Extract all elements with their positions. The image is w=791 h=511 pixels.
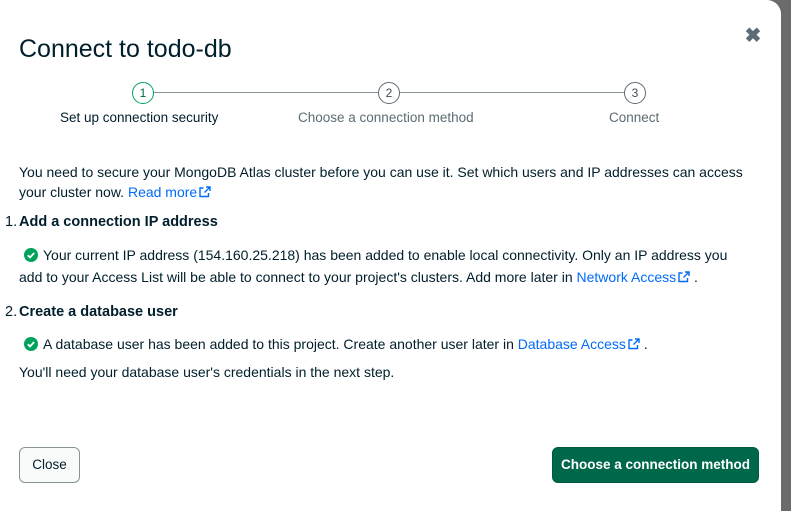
ip-info-line: add to your Access List will be able to … — [19, 265, 698, 289]
external-link-icon — [628, 338, 640, 350]
step-1-label: Set up connection security — [60, 110, 219, 125]
step-3-indicator: 3 — [624, 82, 646, 104]
credentials-note: You'll need your database user's credent… — [19, 364, 395, 380]
modal-title: Connect to todo-db — [19, 35, 232, 63]
period: . — [694, 269, 698, 285]
check-circle-icon — [24, 337, 38, 351]
section-1-number: 1. — [5, 214, 18, 230]
close-button[interactable]: Close — [19, 447, 80, 483]
section-2-number: 2. — [5, 304, 18, 320]
check-circle-icon — [24, 248, 38, 262]
choose-connection-method-button[interactable]: Choose a connection method — [552, 447, 759, 483]
connect-modal: Connect to todo-db ✖ 1 2 3 Set up connec… — [0, 0, 781, 511]
stepper-connector — [400, 92, 624, 93]
stepper-connector — [154, 92, 378, 93]
intro-paragraph: You need to secure your MongoDB Atlas cl… — [19, 162, 759, 202]
ip-added-text: Your current IP address (154.160.25.218)… — [43, 247, 728, 263]
ip-info-text: add to your Access List will be able to … — [19, 269, 573, 285]
close-icon[interactable]: ✖ — [743, 26, 763, 46]
db-user-text: A database user has been added to this p… — [43, 336, 514, 352]
section-2-heading: Create a database user — [19, 304, 178, 320]
step-3-label: Connect — [609, 110, 660, 125]
step-2-label: Choose a connection method — [298, 110, 474, 125]
section-1-heading: Add a connection IP address — [19, 214, 218, 230]
step-2-indicator: 2 — [378, 82, 400, 104]
read-more-link[interactable]: Read more — [128, 184, 211, 200]
network-access-link[interactable]: Network Access — [577, 269, 691, 285]
stepper: 1 2 3 Set up connection security Choose … — [0, 82, 781, 132]
db-user-line: A database user has been added to this p… — [43, 332, 648, 356]
database-access-link[interactable]: Database Access — [518, 336, 640, 352]
external-link-icon — [199, 186, 211, 198]
period: . — [643, 336, 648, 352]
step-1-indicator: 1 — [132, 82, 154, 104]
external-link-icon — [678, 271, 690, 283]
